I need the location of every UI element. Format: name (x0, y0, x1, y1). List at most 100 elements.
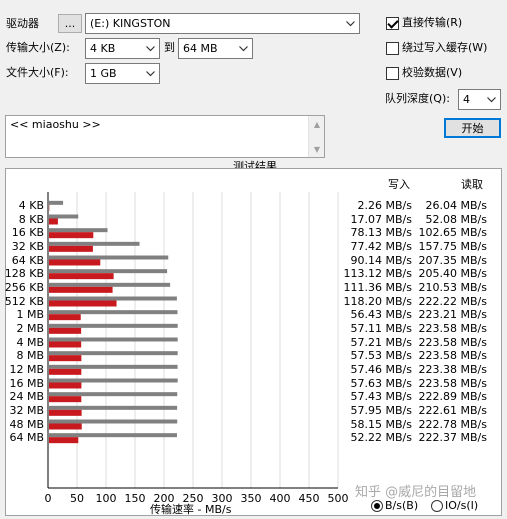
x-tick-label: 50 (70, 492, 84, 505)
read-value: 223.58 MB/s (418, 321, 487, 335)
x-tick-label: 500 (328, 492, 349, 505)
read-value: 210.53 MB/s (418, 280, 487, 294)
category-label: 512 KB (4, 294, 44, 308)
write-bar (49, 382, 82, 389)
read-bar (49, 296, 177, 301)
read-bar (49, 337, 178, 342)
read-bar (49, 228, 108, 233)
read-bar (49, 310, 178, 315)
write-value: 118.20 MB/s (343, 294, 412, 308)
write-bar (49, 245, 93, 252)
category-label: 64 MB (9, 431, 44, 445)
read-value: 223.58 MB/s (418, 349, 487, 363)
x-tick-label: 100 (96, 492, 117, 505)
read-value: 222.22 MB/s (418, 294, 487, 308)
read-value: 102.65 MB/s (418, 226, 487, 240)
category-label: 8 KB (18, 212, 44, 226)
write-bar (49, 396, 82, 403)
read-value: 223.58 MB/s (418, 335, 487, 349)
read-value: 222.89 MB/s (418, 390, 487, 404)
read-value: 223.58 MB/s (418, 376, 487, 390)
category-label: 32 KB (11, 239, 44, 253)
read-bar (49, 214, 79, 219)
write-bar (49, 218, 58, 225)
write-value: 90.14 MB/s (350, 253, 412, 267)
units-io-radio[interactable] (431, 500, 443, 512)
x-tick-label: 0 (45, 492, 52, 505)
x-axis-label: 传输速率 - MB/s (150, 503, 232, 516)
category-label: 1 MB (16, 308, 44, 322)
read-value: 222.78 MB/s (418, 417, 487, 431)
x-tick-label: 150 (125, 492, 146, 505)
category-label: 24 MB (9, 390, 44, 404)
read-bar (49, 282, 171, 287)
read-bar (49, 241, 140, 246)
units-bytes-radio[interactable] (371, 500, 383, 512)
category-label: 16 KB (11, 226, 44, 240)
category-label: 48 MB (9, 417, 44, 431)
category-label: 256 KB (4, 280, 44, 294)
category-label: 32 MB (9, 403, 44, 417)
write-bar (49, 355, 82, 362)
category-label: 4 MB (16, 335, 44, 349)
write-value: 57.11 MB/s (350, 321, 412, 335)
category-label: 4 KB (18, 198, 44, 212)
write-bar (49, 409, 82, 416)
write-value: 57.53 MB/s (350, 349, 412, 363)
write-bar (49, 259, 101, 266)
read-value: 26.04 MB/s (425, 198, 487, 212)
read-value: 222.37 MB/s (418, 431, 487, 445)
units-bytes-label: B/s(B) (385, 499, 419, 512)
category-label: 128 KB (4, 267, 44, 281)
write-bar (49, 273, 114, 280)
write-value: 57.21 MB/s (350, 335, 412, 349)
write-value: 56.43 MB/s (350, 308, 412, 322)
watermark: 知乎 @威尼的目留地 (355, 485, 477, 500)
read-value: 223.21 MB/s (418, 308, 487, 322)
write-bar (49, 314, 81, 321)
write-bar (49, 327, 82, 334)
units-io-label: IO/s(I) (445, 499, 479, 512)
write-bar (49, 341, 82, 348)
read-value: 157.75 MB/s (418, 239, 487, 253)
category-label: 64 KB (11, 253, 44, 267)
write-value: 78.13 MB/s (350, 226, 412, 240)
category-label: 2 MB (16, 321, 44, 335)
x-tick-label: 350 (241, 492, 262, 505)
read-value: 223.38 MB/s (418, 362, 487, 376)
x-tick-label: 400 (270, 492, 291, 505)
read-bar (49, 364, 178, 369)
write-bar (49, 300, 117, 307)
write-value: 2.26 MB/s (357, 198, 412, 212)
write-value: 57.63 MB/s (350, 376, 412, 390)
write-bar (49, 286, 113, 293)
write-value: 52.22 MB/s (350, 431, 412, 445)
write-bar (49, 232, 94, 239)
read-bar (49, 419, 178, 424)
write-value: 113.12 MB/s (343, 267, 412, 281)
write-value: 57.43 MB/s (350, 390, 412, 404)
read-bar (49, 255, 169, 260)
read-value: 52.08 MB/s (425, 212, 487, 226)
read-bar (49, 405, 178, 410)
read-value: 207.35 MB/s (418, 253, 487, 267)
write-value: 57.46 MB/s (350, 362, 412, 376)
write-value: 58.15 MB/s (350, 417, 412, 431)
x-tick-label: 450 (299, 492, 320, 505)
read-bar (49, 269, 168, 274)
write-value: 111.36 MB/s (343, 280, 412, 294)
write-bar (49, 423, 82, 430)
read-bar (49, 392, 178, 397)
write-value: 77.42 MB/s (350, 239, 412, 253)
read-bar (49, 378, 178, 383)
read-value: 222.61 MB/s (418, 403, 487, 417)
write-value: 17.07 MB/s (350, 212, 412, 226)
read-bar (49, 323, 178, 328)
write-value: 57.95 MB/s (350, 403, 412, 417)
read-bar (49, 433, 177, 438)
category-label: 12 MB (9, 362, 44, 376)
read-value: 205.40 MB/s (418, 267, 487, 281)
write-bar (49, 437, 79, 444)
category-label: 8 MB (16, 349, 44, 363)
category-label: 16 MB (9, 376, 44, 390)
